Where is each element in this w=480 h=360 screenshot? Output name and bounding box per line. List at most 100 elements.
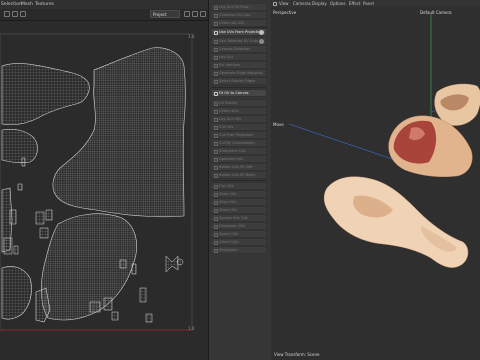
tool-icon: [213, 200, 218, 205]
tool-unwrap-selection[interactable]: Unwrap Selection: [211, 45, 267, 53]
tool-label: Distribute UVs: [219, 224, 245, 228]
tool-label: Lay Out UVs: [219, 117, 242, 121]
tool-icon: [213, 79, 218, 84]
uv-shell[interactable]: [165, 255, 179, 273]
tool-icon: [213, 30, 218, 35]
uv-shell[interactable]: [17, 183, 23, 191]
menu-textures[interactable]: Textures: [35, 0, 54, 9]
help-icon[interactable]: [259, 30, 264, 35]
object-select-dropdown[interactable]: Project: [150, 10, 180, 18]
uv-shell[interactable]: [1, 266, 32, 320]
tool-icon: [213, 47, 218, 52]
tool-icon: [213, 240, 218, 245]
uv-shell[interactable]: [176, 258, 184, 266]
tool-label: Use Selected UV Cuts: [219, 39, 258, 43]
tool-label: Snap UVs: [219, 192, 237, 196]
tool-align-uvs[interactable]: Align UVs: [211, 198, 267, 206]
divider: [211, 87, 267, 88]
tool-icon: [213, 224, 218, 229]
tool-straighten-uvs[interactable]: Straighten UVs: [211, 147, 267, 155]
tool-icon: [213, 232, 218, 237]
tool-cut-by-connectivity[interactable]: Cut By Connectivity: [211, 139, 267, 147]
tool-optimize-uvs[interactable]: Optimize UVs: [211, 155, 267, 163]
tool-icon: [213, 21, 218, 26]
tool-label: Lay Out UV Flow: [219, 5, 249, 9]
uv-shell[interactable]: [9, 209, 17, 225]
tool-label: Unfold All UVs: [219, 21, 245, 25]
tool-label: Cut Prior Projection: [219, 133, 254, 137]
uv-shell[interactable]: [45, 209, 53, 221]
uv-shell[interactable]: [145, 313, 153, 323]
uv-shell[interactable]: [13, 245, 19, 255]
tool-label: UV Border: [219, 101, 238, 105]
tool-use-selected-uv-cuts[interactable]: Use Selected UV Cuts: [211, 37, 267, 45]
tool-pin-vertices[interactable]: Pin Vertices: [211, 61, 267, 69]
uv-view-icon[interactable]: [200, 11, 206, 17]
uv-tick-u: 1.0: [188, 326, 195, 331]
tool-uv-border[interactable]: UV Border: [211, 99, 267, 107]
tool-label: Cut UVs: [219, 125, 234, 129]
tool-icon: [213, 165, 218, 170]
uv-shell[interactable]: [1, 128, 38, 164]
menu-selection[interactable]: Selection: [1, 0, 22, 9]
uv-shell[interactable]: [1, 63, 90, 126]
tool-label: Rotate UVs 90 Left: [219, 165, 253, 169]
drumstick-front-model[interactable]: [323, 176, 469, 268]
tool-icon: [213, 101, 218, 106]
help-icon[interactable]: [259, 39, 264, 44]
tool-label: Cut By Connectivity: [219, 141, 255, 145]
tool-icon: [213, 63, 218, 68]
tool-combine-uv-cuts[interactable]: Combine UV Cuts: [211, 11, 267, 19]
tool-label: Combine UV Cuts: [219, 13, 251, 17]
tool-icon: [213, 141, 218, 146]
move-tool-icon[interactable]: [12, 11, 18, 17]
tool-label: Stack UVs: [219, 208, 238, 212]
tool-stack-uvs[interactable]: Stack UVs: [211, 206, 267, 214]
tool-orient-uvs[interactable]: Orient UVs: [211, 238, 267, 246]
menu-mesh[interactable]: Mesh: [21, 0, 33, 9]
tool-cut-uvs[interactable]: Cut UVs: [211, 123, 267, 131]
tool-icon: [213, 173, 218, 178]
tool-lay-out-uv-flow[interactable]: Lay Out UV Flow: [211, 3, 267, 11]
tool-generate-edge-mapping[interactable]: Generate Edge Mapping: [211, 69, 267, 77]
uv-shell[interactable]: [21, 157, 26, 167]
uv-settings-icon[interactable]: [192, 11, 198, 17]
tool-lay-out-uvs[interactable]: Lay Out UVs: [211, 115, 267, 123]
uv-shell[interactable]: [111, 311, 119, 321]
tool-flip-uvs[interactable]: Flip UVs: [211, 182, 267, 190]
tool-select-border-edges[interactable]: Select Border Edges: [211, 77, 267, 85]
tool-space-uvs[interactable]: Space UVs: [211, 230, 267, 238]
uv-shell[interactable]: [119, 259, 127, 269]
tool-use-uvs-from-projection[interactable]: Use UVs From Projection: [211, 28, 267, 36]
z-axis-line: [288, 123, 402, 163]
tool-icon: [213, 13, 218, 18]
tool-icon: [213, 149, 218, 154]
uv-shell[interactable]: [103, 297, 113, 311]
grid-toggle-icon[interactable]: [184, 11, 190, 17]
tool-lay-out[interactable]: Lay Out: [211, 53, 267, 61]
uv-shell[interactable]: [39, 227, 49, 239]
uv-shell[interactable]: [3, 237, 13, 255]
uv-canvas[interactable]: [0, 30, 196, 332]
tool-icon: [213, 71, 218, 76]
tool-straighten[interactable]: Straighten: [211, 246, 267, 254]
uv-shell[interactable]: [35, 211, 45, 225]
tool-rotate-left[interactable]: Rotate UVs 90 Left: [211, 163, 267, 171]
tool-icon: [213, 157, 218, 162]
uv-shell[interactable]: [131, 263, 137, 275]
tool-unfold-uvs[interactable]: Unfold UVs: [211, 107, 267, 115]
tool-icon: [213, 133, 218, 138]
tool-distribute-uvs[interactable]: Distribute UVs: [211, 222, 267, 230]
tool-rotate-right[interactable]: Rotate UVs 90 Right: [211, 171, 267, 179]
tool-spread-uvs-out[interactable]: Spread UVs Out: [211, 214, 267, 222]
uv-shell[interactable]: [89, 301, 101, 313]
tool-fit-uv-to-canvas[interactable]: Fit UV to Canvas: [211, 89, 267, 97]
uv-shell[interactable]: [139, 287, 147, 303]
tool-icon: [213, 192, 218, 197]
tool-snap-uvs[interactable]: Snap UVs: [211, 190, 267, 198]
tool-cut-prior-projection[interactable]: Cut Prior Projection: [211, 131, 267, 139]
rotate-tool-icon[interactable]: [20, 11, 26, 17]
tool-label: Spread UVs Out: [219, 216, 248, 220]
tool-unfold-all-uvs[interactable]: Unfold All UVs: [211, 19, 267, 27]
select-tool-icon[interactable]: [4, 11, 10, 17]
